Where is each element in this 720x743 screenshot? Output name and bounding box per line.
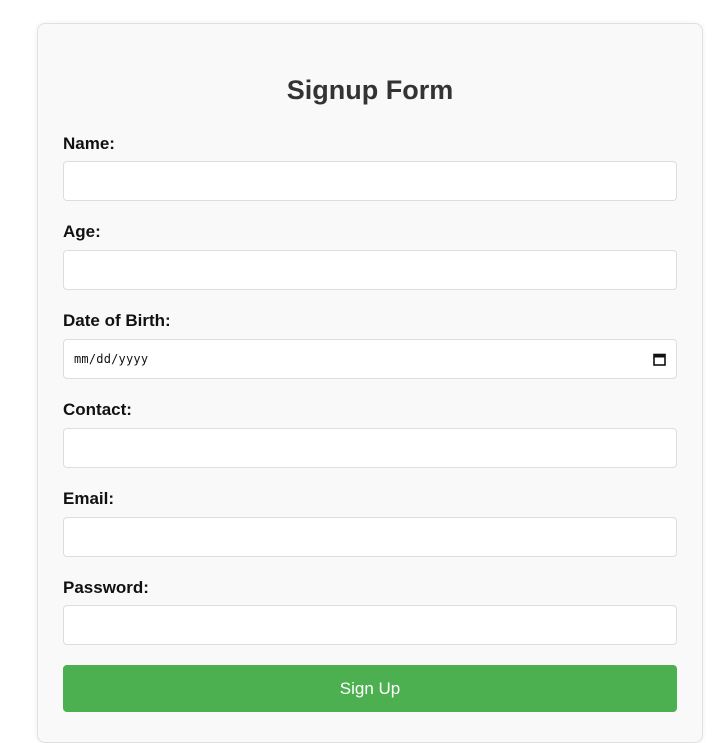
date-placeholder: mm/dd/yyyy bbox=[74, 352, 149, 366]
email-label: Email: bbox=[63, 489, 115, 508]
form-title: Signup Form bbox=[286, 75, 454, 105]
contact-label: Contact: bbox=[63, 400, 132, 419]
password-input[interactable] bbox=[63, 605, 677, 645]
name-input[interactable] bbox=[63, 161, 677, 201]
age-label: Age: bbox=[63, 222, 101, 241]
email-input[interactable] bbox=[63, 517, 677, 557]
name-label: Name: bbox=[63, 134, 115, 153]
calendar-icon[interactable] bbox=[652, 352, 666, 366]
contact-input[interactable] bbox=[63, 428, 677, 468]
signup-form-card: Signup Form Name: Age: Date of Birth: mm… bbox=[37, 23, 703, 743]
password-label: Password: bbox=[63, 578, 149, 597]
age-input[interactable] bbox=[63, 250, 677, 290]
sign-up-button[interactable]: Sign Up bbox=[63, 665, 677, 712]
date-of-birth-input[interactable]: mm/dd/yyyy bbox=[63, 339, 677, 379]
date-of-birth-label: Date of Birth: bbox=[63, 311, 171, 330]
